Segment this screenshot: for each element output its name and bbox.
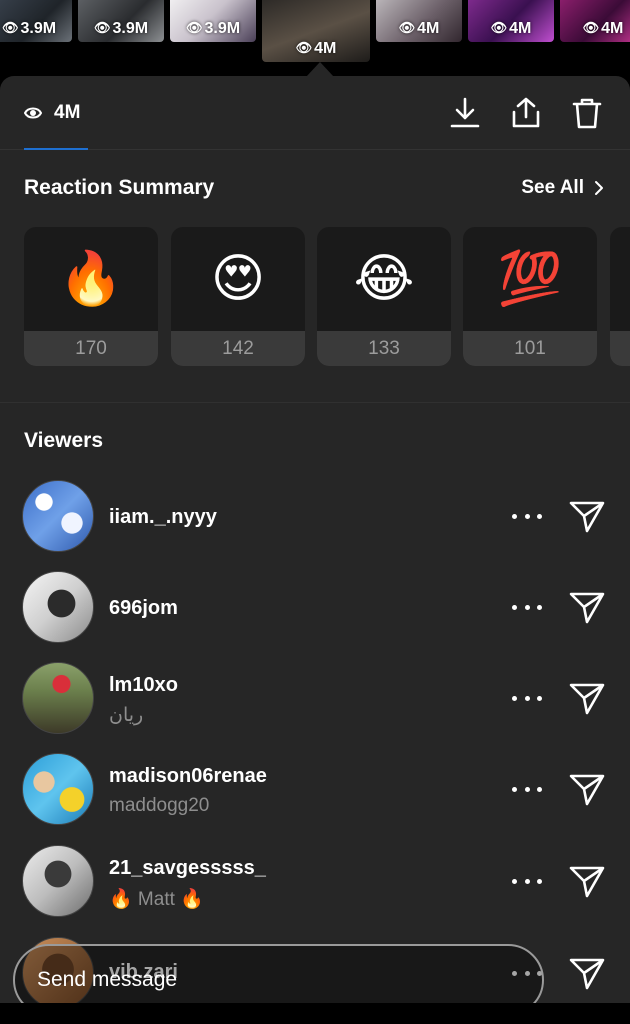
send-button[interactable] [568,588,606,626]
share-icon [512,97,540,128]
eye-icon [24,107,42,119]
viewers-title: Viewers [24,429,104,452]
avatar[interactable] [22,480,94,552]
more-options-button[interactable] [512,504,542,528]
viewer-row[interactable]: lm10xo ريان [0,659,630,750]
thumbnail-view-count: 4M [417,20,440,37]
reaction-count: 142 [171,331,305,366]
heart-eyes-emoji: 😍 [210,249,266,309]
thumbnail-view-count: 3.9M [204,20,241,37]
tab-underline [24,148,88,150]
story-thumbnail[interactable]: 👁 4M [376,0,462,42]
more-options-button[interactable] [512,686,542,710]
paper-plane-icon [569,501,605,533]
eye-icon: 👁 [490,20,508,35]
more-options-button[interactable] [512,869,542,893]
viewer-row[interactable]: madison06renae maddogg20 [0,750,630,841]
reaction-cards: 🔥 170 😍 142 😂 133 💯 101 [24,227,630,368]
more-options-button[interactable] [512,777,542,801]
reaction-card-tears-of-joy[interactable]: 😂 133 [317,227,451,366]
selected-story-pointer [306,62,334,77]
views-tab[interactable]: 4M [24,102,80,124]
paper-plane-icon [569,958,605,990]
thumbnail-view-count: 3.9M [20,20,57,37]
viewer-display-name: maddogg20 [109,795,210,816]
viewer-row[interactable]: 696jom [0,568,630,659]
reaction-card-partial[interactable] [610,227,630,366]
reaction-count: 133 [317,331,451,366]
story-thumbnail[interactable]: 👁 3.9M [0,0,72,42]
paper-plane-icon [569,683,605,715]
see-all-button[interactable]: See All [521,177,604,199]
reaction-count: 170 [24,331,158,366]
eye-icon: 👁 [295,40,313,55]
avatar[interactable] [22,753,94,825]
send-button[interactable] [568,770,606,808]
avatar[interactable] [22,571,94,643]
paper-plane-icon [569,866,605,898]
reaction-card-hundred-points[interactable]: 💯 101 [463,227,597,366]
fire-emoji: 🔥 [58,249,124,309]
send-message-placeholder: Send message [37,968,178,991]
paper-plane-icon [569,592,605,624]
reaction-card-fire[interactable]: 🔥 170 [24,227,158,366]
reaction-summary-title: Reaction Summary [24,176,215,199]
send-button[interactable] [568,679,606,717]
story-thumbnail-strip: 👁 3.9M 👁 3.9M 👁 3.9M 👁 4M 👁 4M 👁 4M 👁 4M [0,0,630,62]
bottom-edge [0,1003,630,1024]
viewer-username[interactable]: lm10xo [109,674,178,697]
trash-icon [572,98,602,129]
story-thumbnail[interactable]: 👁 4M [560,0,630,42]
send-button[interactable] [568,862,606,900]
viewer-username[interactable]: 696jom [109,597,178,620]
viewer-row[interactable]: 21_savgesssss_ 🔥 Matt 🔥 [0,842,630,933]
thumbnail-view-count: 4M [509,20,532,37]
reaction-card-heart-eyes[interactable]: 😍 142 [171,227,305,366]
chevron-right-icon [595,181,603,195]
story-thumbnail[interactable]: 👁 3.9M [170,0,256,42]
stats-bar: 4M [0,76,630,150]
thumbnail-view-count: 4M [601,20,624,37]
avatar[interactable] [22,662,94,734]
views-count: 4M [54,102,81,123]
reaction-count: 101 [463,331,597,366]
paper-plane-icon [569,774,605,806]
eye-icon: 👁 [185,20,203,35]
eye-icon: 👁 [398,20,416,35]
delete-button[interactable] [569,95,605,131]
viewers-panel: 4M Reaction Summary See All 🔥 170 😍 142 … [0,76,630,1024]
story-thumbnail-selected[interactable]: 👁 4M [262,0,370,62]
avatar[interactable] [22,845,94,917]
section-divider [0,402,630,403]
send-button[interactable] [568,497,606,535]
eye-icon: 👁 [1,20,19,35]
send-button[interactable] [568,954,606,992]
viewer-display-name: 🔥 Matt 🔥 [109,889,204,910]
download-button[interactable] [447,95,483,131]
viewer-username[interactable]: madison06renae [109,765,267,788]
viewer-display-name: ريان [109,705,144,726]
share-button[interactable] [508,95,544,131]
viewer-username[interactable]: 21_savgesssss_ [109,857,266,880]
download-icon [450,97,480,128]
viewer-username[interactable]: iiam._.nyyy [109,506,217,529]
viewer-row[interactable]: iiam._.nyyy [0,477,630,568]
see-all-label: See All [521,177,584,198]
story-thumbnail[interactable]: 👁 3.9M [78,0,164,42]
thumbnail-view-count: 3.9M [112,20,149,37]
thumbnail-view-count: 4M [314,40,337,57]
more-options-button[interactable] [512,595,542,619]
eye-icon: 👁 [582,20,600,35]
eye-icon: 👁 [93,20,111,35]
hundred-points-emoji: 💯 [497,249,563,309]
story-thumbnail[interactable]: 👁 4M [468,0,554,42]
tears-of-joy-emoji: 😂 [353,249,415,309]
